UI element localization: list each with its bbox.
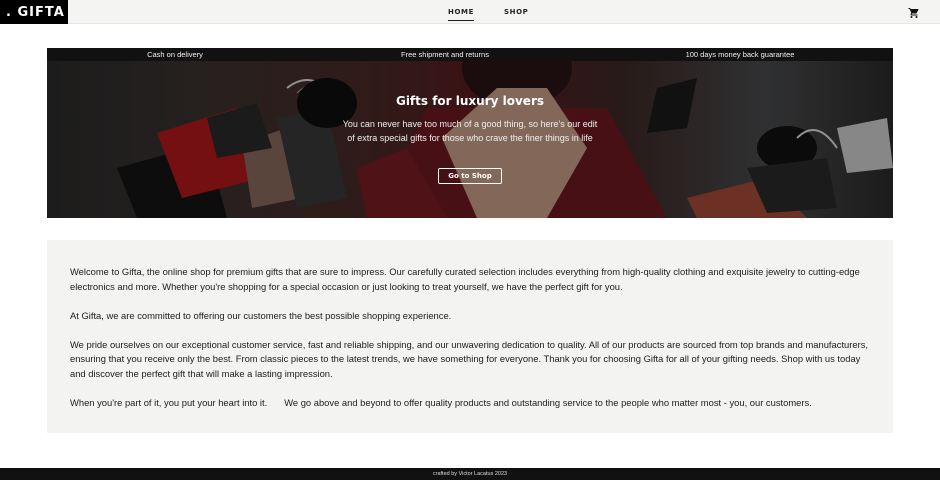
closing-text-service: We go above and beyond to offer quality …: [284, 396, 812, 408]
logo[interactable]: . GIFTA: [0, 0, 68, 24]
about-paragraph-service: We pride ourselves on our exceptional cu…: [70, 338, 869, 379]
footer-credit: crafted by Victor Lacatus 2023: [432, 471, 508, 477]
hero-subtitle-line-2: of extra special gifts for those who cra…: [347, 133, 593, 143]
hero-subtitle-line-1: You can never have too much of a good th…: [342, 119, 598, 129]
shopping-cart-icon[interactable]: [908, 6, 920, 18]
main-nav: HOME SHOP: [448, 0, 528, 24]
about-section: Welcome to Gifta, the online shop for pr…: [47, 240, 893, 433]
about-paragraph-welcome: Welcome to Gifta, the online shop for pr…: [70, 266, 860, 292]
closing-text-heart: When you're part of it, you put your hea…: [70, 396, 268, 408]
about-paragraph-closing: When you're part of it, you put your hea…: [70, 396, 870, 411]
hero-title: Gifts for luxury lovers: [395, 94, 545, 108]
hero-banner: Cash on delivery Free shipment and retur…: [47, 48, 893, 218]
promo-money-back: 100 days money back guarantee: [685, 50, 795, 59]
about-paragraph-commitment: At Gifta, we are committed to offering o…: [70, 309, 452, 321]
footer: crafted by Victor Lacatus 2023: [0, 468, 940, 480]
nav-link-home[interactable]: HOME: [448, 8, 474, 21]
hero-subtitle: You can never have too much of a good th…: [320, 117, 620, 145]
navbar: . GIFTA HOME SHOP: [0, 0, 940, 24]
nav-link-shop[interactable]: SHOP: [504, 8, 528, 17]
go-to-shop-button[interactable]: Go to Shop: [438, 168, 502, 184]
promo-bar: Cash on delivery Free shipment and retur…: [47, 48, 893, 61]
promo-cash-on-delivery: Cash on delivery: [147, 50, 203, 59]
promo-free-shipment: Free shipment and returns: [401, 50, 489, 59]
